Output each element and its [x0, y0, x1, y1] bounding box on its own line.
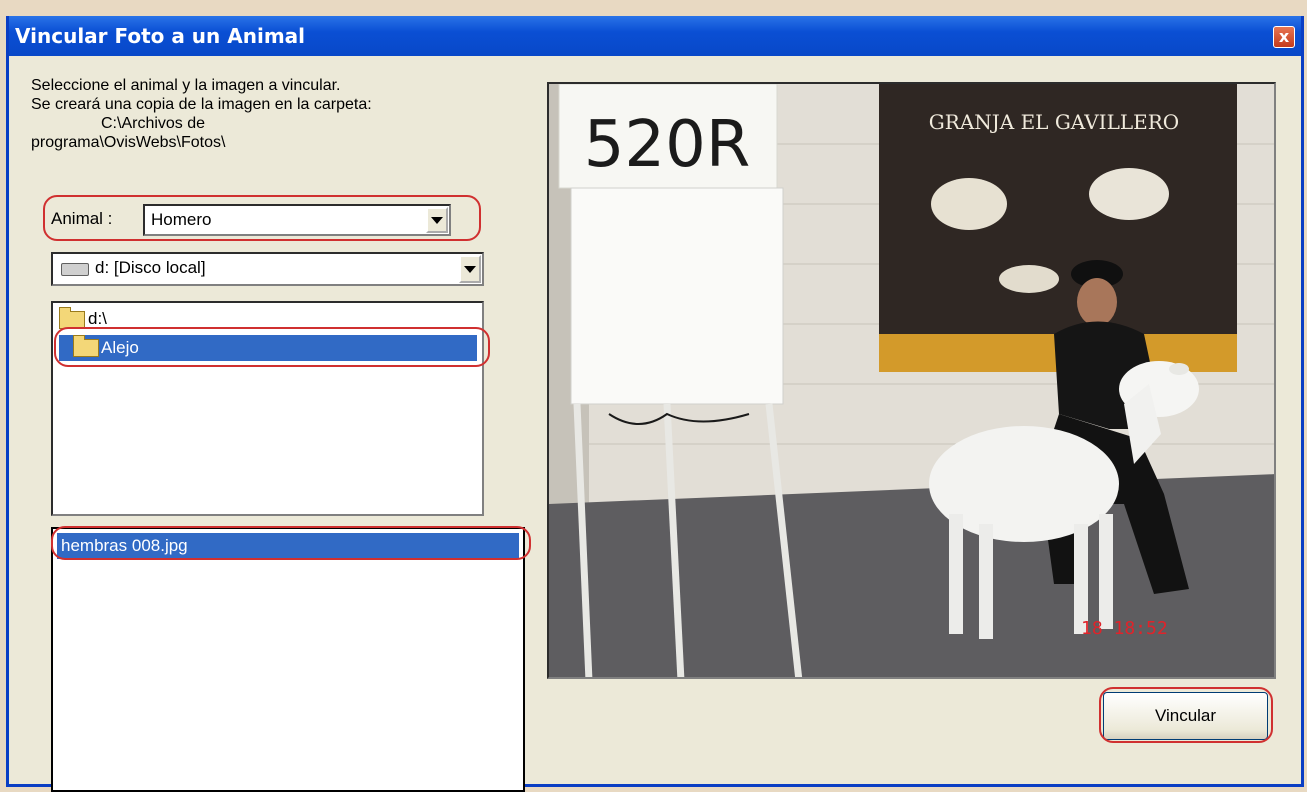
chevron-down-icon[interactable]: [426, 207, 448, 233]
open-folder-icon: [59, 306, 85, 329]
instruction-line: programa\OvisWebs\Fotos\: [31, 134, 226, 151]
photo-image: GRANJA EL GAVILLERO 520R 18 18:52: [549, 84, 1274, 677]
window-title: Vincular Foto a un Animal: [15, 24, 306, 48]
animal-label: Animal :: [51, 209, 113, 228]
sign-text: 520R: [584, 108, 751, 182]
instruction-line: C:\Archivos de: [101, 115, 206, 132]
dialog-window: Vincular Foto a un Animal x Seleccione e…: [6, 16, 1304, 792]
hard-drive-icon: [61, 263, 89, 276]
chevron-down-icon[interactable]: [459, 255, 481, 283]
file-highlight: [51, 526, 531, 560]
close-icon: x: [1278, 27, 1290, 46]
folder-item[interactable]: d:\: [59, 306, 107, 329]
file-list[interactable]: hembras 008.jpg: [51, 527, 525, 792]
instruction-line: Se creará una copia de la imagen en la c…: [31, 96, 372, 113]
close-button[interactable]: x: [1273, 26, 1295, 48]
drive-select[interactable]: d: [Disco local]: [51, 252, 484, 286]
title-bar[interactable]: Vincular Foto a un Animal x: [9, 16, 1301, 56]
animal-select[interactable]: Homero: [143, 204, 451, 236]
photo-preview: GRANJA EL GAVILLERO 520R 18 18:52: [547, 82, 1276, 679]
vincular-highlight: [1099, 687, 1273, 743]
folder-item-label: d:\: [88, 309, 107, 328]
instruction-line: Seleccione el animal y la imagen a vincu…: [31, 77, 341, 94]
instructions-text: Seleccione el animal y la imagen a vincu…: [31, 76, 372, 152]
photo-timestamp: 18 18:52: [1081, 618, 1168, 639]
folder-highlight: [54, 327, 490, 367]
banner-text: GRANJA EL GAVILLERO: [929, 110, 1179, 134]
animal-select-value: Homero: [151, 210, 212, 229]
drive-select-value: d: [Disco local]: [95, 258, 206, 277]
dialog-body: Seleccione el animal y la imagen a vincu…: [9, 56, 1301, 792]
